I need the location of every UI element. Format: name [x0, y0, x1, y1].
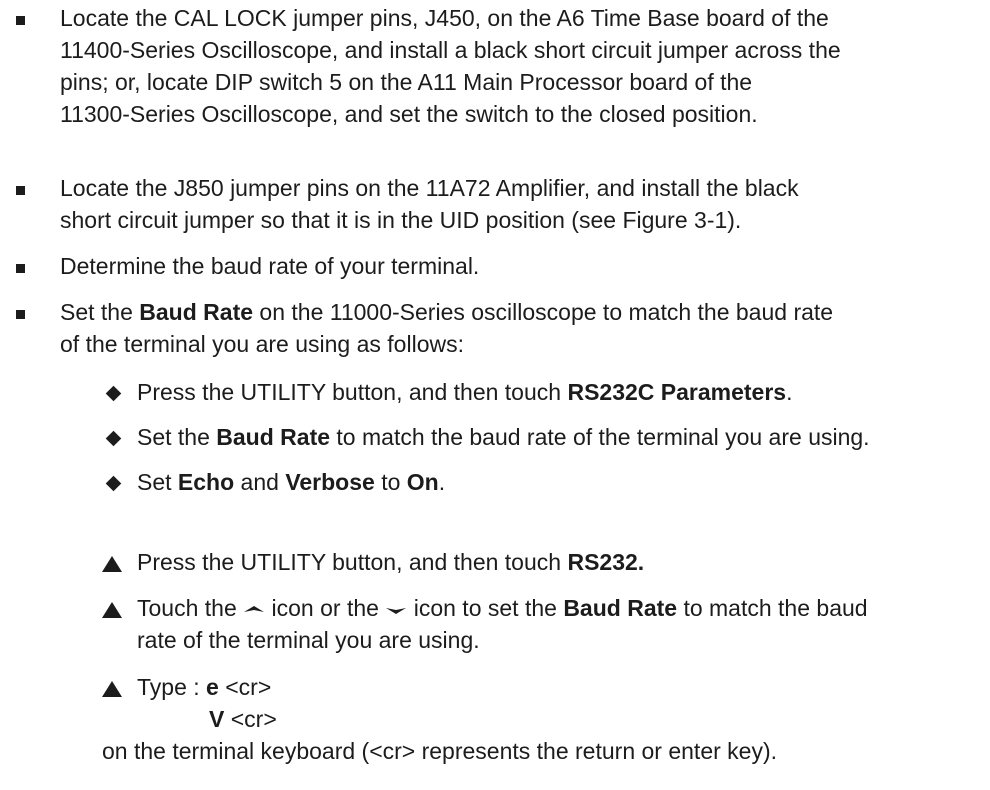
item-1-line-2: 11400-Series Oscilloscope, and install a…	[60, 37, 841, 63]
triangle-3-line-2: V <cr>	[209, 706, 277, 732]
triangle-bullet-icon	[102, 681, 122, 697]
diamond-item: Set Echo and Verbose to On.	[137, 469, 446, 495]
list-item: Set the Baud Rate on the 11000-Series os…	[60, 296, 980, 360]
triangle-2-line-2: rate of the terminal you are using.	[137, 627, 480, 653]
triangle-item: Touch the icon or the icon to set the Ba…	[137, 592, 977, 656]
item-4-line-1: Set the Baud Rate on the 11000-Series os…	[60, 299, 834, 325]
manual-page: Locate the CAL LOCK jumper pins, J450, o…	[0, 0, 990, 790]
triangle-3-line-1: Type : e <cr>	[137, 674, 272, 700]
item-4-line-2: of the terminal you are using as follows…	[60, 331, 464, 357]
list-item: Locate the J850 jumper pins on the 11A72…	[60, 172, 980, 236]
down-arrow-icon	[386, 607, 407, 614]
square-bullet-icon	[16, 264, 25, 273]
item-2-line-1: Locate the J850 jumper pins on the 11A72…	[60, 175, 799, 201]
item-3-line-1: Determine the baud rate of your terminal…	[60, 253, 480, 279]
diamond-item: Press the UTILITY button, and then touch…	[137, 379, 793, 405]
list-item: Determine the baud rate of your terminal…	[60, 250, 980, 282]
triangle-bullet-icon	[102, 556, 122, 572]
up-arrow-icon	[244, 605, 265, 612]
diamond-item: Set the Baud Rate to match the baud rate…	[137, 424, 870, 450]
item-1-line-4: 11300-Series Oscilloscope, and set the s…	[60, 101, 758, 127]
list-item: Locate the CAL LOCK jumper pins, J450, o…	[60, 2, 980, 130]
triangle-2-line-1: Touch the icon or the icon to set the Ba…	[137, 595, 868, 621]
diamond-bullet-icon	[105, 385, 122, 402]
square-bullet-icon	[16, 186, 25, 195]
triangle-item: Press the UTILITY button, and then touch…	[137, 549, 645, 575]
square-bullet-icon	[16, 310, 25, 319]
item-2-line-2: short circuit jumper so that it is in th…	[60, 207, 742, 233]
triangle-item: Type : e <cr> V <cr>	[137, 671, 977, 735]
item-1-line-1: Locate the CAL LOCK jumper pins, J450, o…	[60, 5, 829, 31]
triangle-3-trailing-line: on the terminal keyboard (<cr> represent…	[102, 738, 777, 764]
diamond-bullet-icon	[105, 475, 122, 492]
square-bullet-icon	[16, 16, 25, 25]
item-1-line-3: pins; or, locate DIP switch 5 on the A11…	[60, 69, 753, 95]
diamond-bullet-icon	[105, 430, 122, 447]
triangle-bullet-icon	[102, 602, 122, 618]
